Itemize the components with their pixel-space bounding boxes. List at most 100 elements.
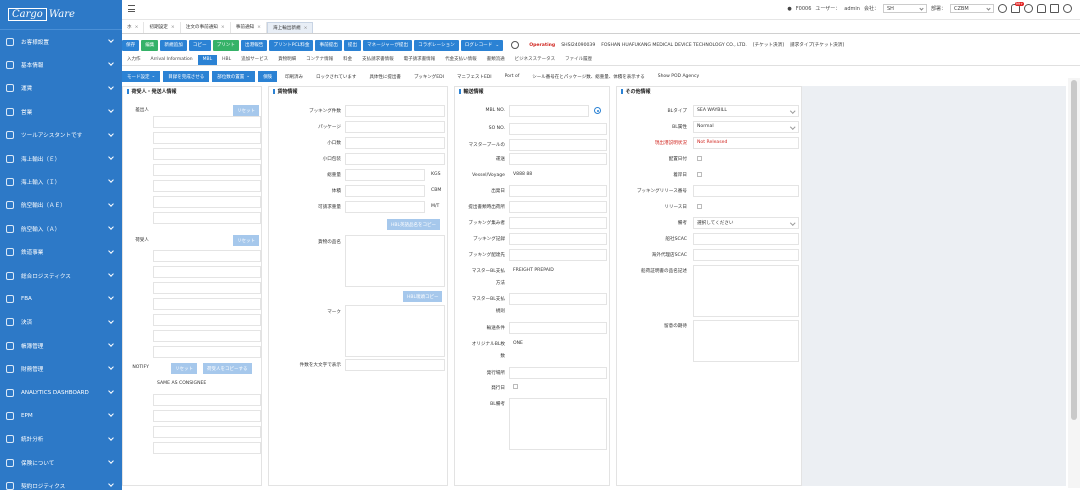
sidebar-item-5[interactable]: 海上輸出（Ｅ） [0, 147, 122, 170]
master-payment2-input[interactable] [509, 293, 607, 305]
original-count-input[interactable]: ONE [509, 338, 607, 350]
sidebar-item-16[interactable]: EPM [0, 404, 122, 427]
action-button-3[interactable]: コピー [188, 39, 211, 51]
tool-link-1[interactable]: ロックされています [311, 74, 361, 80]
notify-reset-button[interactable]: リセット [171, 363, 197, 374]
subtab-13[interactable]: ファイル履歴 [560, 55, 597, 65]
consignee-reset-button[interactable]: リセット [233, 235, 259, 246]
tool-link-5[interactable]: Port of [500, 74, 525, 79]
notify-field-5[interactable] [153, 442, 261, 454]
sidebar-item-14[interactable]: 財務管理 [0, 357, 122, 380]
bl-type-select[interactable]: SEA WAYBILL [693, 105, 799, 117]
subtab-4[interactable]: 追加サービス [236, 55, 273, 65]
tool-link-3[interactable]: ブッキングEDI [409, 74, 449, 80]
consignee-field-3[interactable] [153, 282, 261, 294]
subtab-5[interactable]: 貨物明細 [273, 55, 301, 65]
agent-scac-input[interactable] [693, 249, 799, 261]
master-payment-input[interactable]: FREIGHT PREPAID [509, 265, 607, 277]
subtab-9[interactable]: 電子請求書情報 [399, 55, 441, 65]
close-icon[interactable]: × [304, 26, 308, 31]
shipper-reset-button[interactable]: リセット [233, 105, 259, 116]
shipper-field-7[interactable] [153, 212, 261, 224]
sidebar-item-19[interactable]: 契約ロジティクス [0, 474, 122, 490]
bl-attr-select[interactable]: Normal [693, 121, 799, 133]
tool-button-1[interactable]: 目録を完成させる [163, 71, 210, 82]
copy-hbl-name-button[interactable]: HBL英語品名をコピー [387, 219, 440, 230]
sidebar-item-13[interactable]: 帳簿管理 [0, 334, 122, 357]
carrier-input[interactable] [509, 153, 607, 165]
subtab-12[interactable]: ビジネスステータス [510, 55, 561, 65]
mark-textarea[interactable] [345, 305, 445, 357]
close-icon[interactable]: × [221, 25, 225, 30]
transport-input[interactable] [509, 322, 607, 334]
shipper-field-6[interactable] [153, 196, 261, 208]
tab-3[interactable]: 事前通知 × [231, 22, 267, 33]
tool-link-7[interactable]: Show POD Agency [653, 74, 704, 79]
sidebar-item-4[interactable]: ツールアシスタントです [0, 124, 122, 147]
consignee-field-5[interactable] [153, 314, 261, 326]
action-button-9[interactable]: マネージャーが提出 [363, 39, 413, 51]
subtab-6[interactable]: コンテナ情報 [301, 55, 338, 65]
tab-1[interactable]: 初期設定 × [144, 22, 181, 33]
sidebar-item-1[interactable]: 基本情報 [0, 53, 122, 76]
shipper-field-2[interactable] [153, 132, 261, 144]
menu-toggle-icon[interactable] [128, 5, 135, 12]
bl-notice-textarea[interactable] [693, 265, 799, 317]
vertical-scrollbar[interactable] [1068, 78, 1080, 488]
booking-count-input[interactable] [345, 105, 445, 117]
company-select[interactable]: SH [882, 4, 927, 13]
release-date-checkbox[interactable] [697, 204, 702, 209]
master-pool-input[interactable] [509, 139, 607, 151]
booking-agent-input[interactable] [509, 217, 607, 229]
booking-release-input[interactable] [693, 185, 799, 197]
notify-value[interactable]: SAME AS CONSIGNEE [153, 378, 261, 390]
action-button-8[interactable]: 提出 [343, 39, 362, 51]
action-button-1[interactable]: 編集 [141, 39, 159, 51]
remark-select[interactable]: 選択してください [693, 217, 799, 229]
sidebar-item-6[interactable]: 海上輸入（Ｉ） [0, 170, 122, 193]
action-button-4[interactable]: プリント [212, 39, 239, 51]
action-button-2[interactable]: 新規追加 [160, 39, 187, 51]
small-pkg-input[interactable] [345, 153, 445, 165]
stacking-date-checkbox[interactable] [697, 156, 702, 161]
action-button-11[interactable]: ログレコード [460, 39, 504, 51]
subtab-7[interactable]: 料金 [338, 55, 357, 65]
consignee-field-7[interactable] [153, 346, 261, 358]
billing-weight-input[interactable] [345, 201, 425, 213]
subtab-10[interactable]: 代金支払い情報 [440, 55, 482, 65]
action-button-6[interactable]: プリントPCL料金 [269, 39, 314, 51]
shipper-field-5[interactable] [153, 180, 261, 192]
departure-input[interactable] [509, 185, 607, 197]
print-upper-input[interactable] [345, 359, 445, 371]
chat-bubble-icon[interactable] [511, 41, 520, 49]
subtab-11[interactable]: 書類流通 [482, 55, 510, 65]
sidebar-item-7[interactable]: 航空輸出（ＡＥ） [0, 194, 122, 217]
notify-field-2[interactable] [153, 394, 261, 406]
action-button-0[interactable]: 保存 [122, 39, 140, 51]
sidebar-item-18[interactable]: 保険について [0, 451, 122, 474]
consignee-field-2[interactable] [153, 266, 261, 278]
sidebar-item-8[interactable]: 航空輸入（Ａ） [0, 217, 122, 240]
booking-dest-input[interactable] [509, 249, 607, 261]
bl-remark-textarea[interactable] [509, 398, 607, 450]
settings-icon[interactable] [1063, 4, 1072, 13]
subtab-2[interactable]: MBL [197, 55, 218, 65]
tool-link-6[interactable]: シール番号在とパッケージ数、総重量、体積を表示する [527, 74, 649, 80]
shipper-field-1[interactable] [153, 116, 261, 128]
consignee-field-1[interactable] [153, 250, 261, 262]
sidebar-item-9[interactable]: 鉄道事業 [0, 241, 122, 264]
subtab-8[interactable]: 支払請求書情報 [357, 55, 399, 65]
scrollbar-thumb[interactable] [1071, 80, 1077, 420]
alert-icon[interactable] [1037, 4, 1046, 13]
cargo-name-textarea[interactable] [345, 235, 445, 287]
booking-note-input[interactable] [509, 233, 607, 245]
tab-2[interactable]: 注文の事前通知 × [181, 22, 231, 33]
gross-weight-input[interactable] [345, 169, 425, 181]
mbl-radio[interactable] [594, 107, 601, 114]
tool-button-0[interactable]: モード設定 [122, 71, 161, 82]
consignee-field-4[interactable] [153, 298, 261, 310]
dept-select[interactable]: CZBM [950, 4, 994, 13]
sidebar-item-0[interactable]: お客様設置 [0, 30, 122, 53]
issue-place-input[interactable] [509, 367, 607, 379]
sidebar-item-10[interactable]: 総合ロジスティクス [0, 264, 122, 287]
